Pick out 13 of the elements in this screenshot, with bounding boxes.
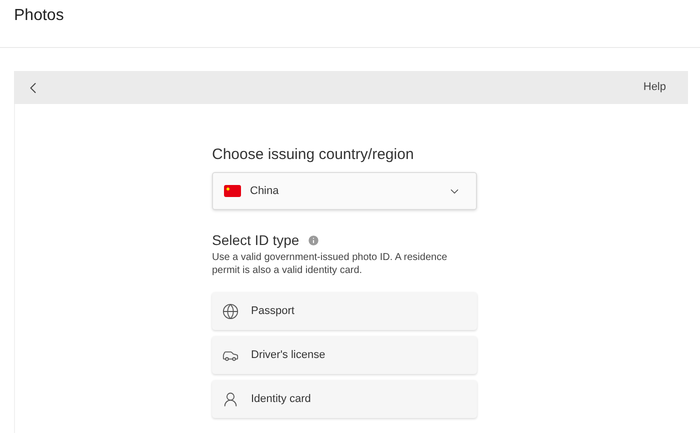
country-heading: Choose issuing country/region [212,146,415,164]
flag-icon [224,185,241,197]
id-type-description: Use a valid government-issued photo ID. A residence permit is also a valid identity card. [212,251,448,277]
globe-icon [222,302,239,320]
help-link[interactable]: Help [643,79,666,96]
id-type-option[interactable]: Identity card [212,380,477,418]
person-icon [222,390,239,408]
app-title: Photos [14,7,64,24]
id-type-option[interactable]: Passport [212,292,477,330]
id-type-heading: Select ID type [212,232,300,249]
country-dropdown[interactable]: China [212,172,477,210]
info-icon[interactable] [307,234,320,247]
id-type-option[interactable]: Driver's license [212,336,477,374]
